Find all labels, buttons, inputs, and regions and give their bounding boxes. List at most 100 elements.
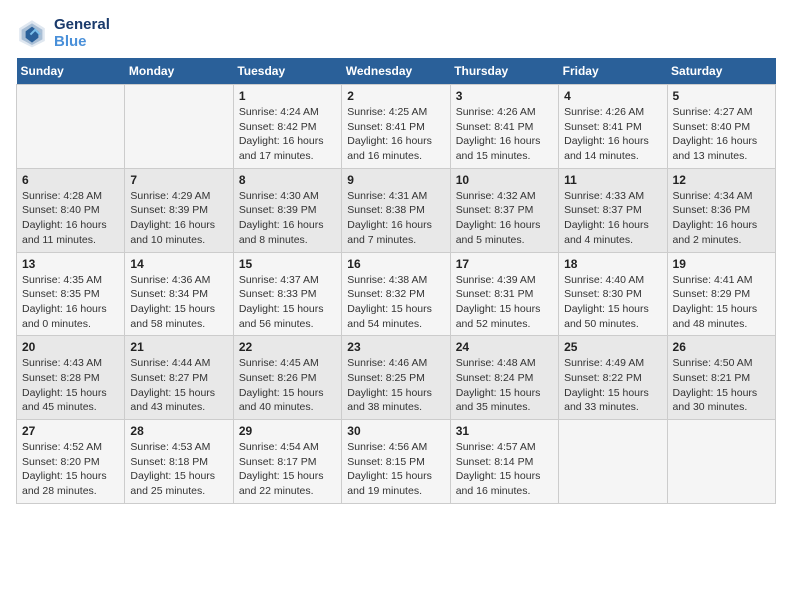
weekday-header-wednesday: Wednesday xyxy=(342,58,450,85)
day-info: Sunrise: 4:40 AM Sunset: 8:30 PM Dayligh… xyxy=(564,273,661,332)
day-number: 19 xyxy=(673,257,770,271)
day-info: Sunrise: 4:31 AM Sunset: 8:38 PM Dayligh… xyxy=(347,189,444,248)
day-info: Sunrise: 4:54 AM Sunset: 8:17 PM Dayligh… xyxy=(239,440,336,499)
day-number: 4 xyxy=(564,89,661,103)
calendar-cell: 23Sunrise: 4:46 AM Sunset: 8:25 PM Dayli… xyxy=(342,336,450,420)
day-info: Sunrise: 4:44 AM Sunset: 8:27 PM Dayligh… xyxy=(130,356,227,415)
day-info: Sunrise: 4:38 AM Sunset: 8:32 PM Dayligh… xyxy=(347,273,444,332)
calendar-cell: 5Sunrise: 4:27 AM Sunset: 8:40 PM Daylig… xyxy=(667,85,775,169)
calendar-cell: 28 Sunrise: 4:53 AM Sunset: 8:18 PM Dayli… xyxy=(125,420,233,504)
day-number: 28 xyxy=(130,424,227,438)
day-info: Sunrise: 4:53 AM Sunset: 8:18 PM Dayligh… xyxy=(130,440,227,499)
day-number: 15 xyxy=(239,257,336,271)
calendar-week-5: 27 Sunrise: 4:52 AM Sunset: 8:20 PM Dayli… xyxy=(17,420,776,504)
day-number: 20 xyxy=(22,340,119,354)
day-number: 25 xyxy=(564,340,661,354)
calendar-cell: 10 Sunrise: 4:32 AM Sunset: 8:37 PM Dayli… xyxy=(450,168,558,252)
day-info: Sunrise: 4:45 AM Sunset: 8:26 PM Dayligh… xyxy=(239,356,336,415)
day-info: Sunrise: 4:25 AM Sunset: 8:41 PM Dayligh… xyxy=(347,105,444,164)
day-number: 18 xyxy=(564,257,661,271)
day-info: Sunrise: 4:43 AM Sunset: 8:28 PM Dayligh… xyxy=(22,356,119,415)
day-info: Sunrise: 4:32 AM Sunset: 8:37 PM Dayligh… xyxy=(456,189,553,248)
calendar-cell: 13 Sunrise: 4:35 AM Sunset: 8:35 PM Dayli… xyxy=(17,252,125,336)
day-info: Sunrise: 4:24 AM Sunset: 8:42 PM Dayligh… xyxy=(239,105,336,164)
day-info: Sunrise: 4:33 AM Sunset: 8:37 PM Dayligh… xyxy=(564,189,661,248)
calendar-cell: 25 Sunrise: 4:49 AM Sunset: 8:22 PM Dayli… xyxy=(559,336,667,420)
day-number: 10 xyxy=(456,173,553,187)
calendar-week-1: 1 Sunrise: 4:24 AM Sunset: 8:42 PM Daylig… xyxy=(17,85,776,169)
calendar-cell: 27 Sunrise: 4:52 AM Sunset: 8:20 PM Dayli… xyxy=(17,420,125,504)
day-info: Sunrise: 4:57 AM Sunset: 8:14 PM Dayligh… xyxy=(456,440,553,499)
day-number: 21 xyxy=(130,340,227,354)
calendar-cell: 4 Sunrise: 4:26 AM Sunset: 8:41 PM Daylig… xyxy=(559,85,667,169)
day-number: 23 xyxy=(347,340,444,354)
day-info: Sunrise: 4:49 AM Sunset: 8:22 PM Dayligh… xyxy=(564,356,661,415)
day-info: Sunrise: 4:30 AM Sunset: 8:39 PM Dayligh… xyxy=(239,189,336,248)
logo-icon xyxy=(16,17,48,49)
calendar-cell: 8 Sunrise: 4:30 AM Sunset: 8:39 PM Daylig… xyxy=(233,168,341,252)
day-number: 8 xyxy=(239,173,336,187)
day-number: 2 xyxy=(347,89,444,103)
day-info: Sunrise: 4:52 AM Sunset: 8:20 PM Dayligh… xyxy=(22,440,119,499)
day-number: 24 xyxy=(456,340,553,354)
calendar-cell: 12Sunrise: 4:34 AM Sunset: 8:36 PM Dayli… xyxy=(667,168,775,252)
calendar-table: SundayMondayTuesdayWednesdayThursdayFrid… xyxy=(16,58,776,504)
day-info: Sunrise: 4:48 AM Sunset: 8:24 PM Dayligh… xyxy=(456,356,553,415)
day-info: Sunrise: 4:26 AM Sunset: 8:41 PM Dayligh… xyxy=(456,105,553,164)
calendar-week-3: 13 Sunrise: 4:35 AM Sunset: 8:35 PM Dayli… xyxy=(17,252,776,336)
calendar-cell: 1 Sunrise: 4:24 AM Sunset: 8:42 PM Daylig… xyxy=(233,85,341,169)
day-number: 26 xyxy=(673,340,770,354)
page-header: General Blue xyxy=(16,16,776,50)
calendar-cell: 19 Sunrise: 4:41 AM Sunset: 8:29 PM Dayli… xyxy=(667,252,775,336)
day-number: 14 xyxy=(130,257,227,271)
calendar-cell: 15 Sunrise: 4:37 AM Sunset: 8:33 PM Dayli… xyxy=(233,252,341,336)
calendar-cell: 29 Sunrise: 4:54 AM Sunset: 8:17 PM Dayli… xyxy=(233,420,341,504)
calendar-cell: 6Sunrise: 4:28 AM Sunset: 8:40 PM Daylig… xyxy=(17,168,125,252)
weekday-header-row: SundayMondayTuesdayWednesdayThursdayFrid… xyxy=(17,58,776,85)
weekday-header-thursday: Thursday xyxy=(450,58,558,85)
day-number: 12 xyxy=(673,173,770,187)
day-number: 27 xyxy=(22,424,119,438)
day-info: Sunrise: 4:36 AM Sunset: 8:34 PM Dayligh… xyxy=(130,273,227,332)
day-number: 3 xyxy=(456,89,553,103)
logo-text: General Blue xyxy=(54,16,110,50)
calendar-week-4: 20 Sunrise: 4:43 AM Sunset: 8:28 PM Dayli… xyxy=(17,336,776,420)
day-number: 17 xyxy=(456,257,553,271)
calendar-cell xyxy=(559,420,667,504)
day-info: Sunrise: 4:50 AM Sunset: 8:21 PM Dayligh… xyxy=(673,356,770,415)
calendar-cell: 20 Sunrise: 4:43 AM Sunset: 8:28 PM Dayli… xyxy=(17,336,125,420)
weekday-header-saturday: Saturday xyxy=(667,58,775,85)
calendar-cell: 3 Sunrise: 4:26 AM Sunset: 8:41 PM Daylig… xyxy=(450,85,558,169)
day-number: 13 xyxy=(22,257,119,271)
calendar-cell: 21 Sunrise: 4:44 AM Sunset: 8:27 PM Dayli… xyxy=(125,336,233,420)
calendar-cell: 17 Sunrise: 4:39 AM Sunset: 8:31 PM Dayli… xyxy=(450,252,558,336)
day-info: Sunrise: 4:29 AM Sunset: 8:39 PM Dayligh… xyxy=(130,189,227,248)
calendar-cell: 30Sunrise: 4:56 AM Sunset: 8:15 PM Dayli… xyxy=(342,420,450,504)
day-info: Sunrise: 4:37 AM Sunset: 8:33 PM Dayligh… xyxy=(239,273,336,332)
day-info: Sunrise: 4:56 AM Sunset: 8:15 PM Dayligh… xyxy=(347,440,444,499)
weekday-header-friday: Friday xyxy=(559,58,667,85)
calendar-cell: 22Sunrise: 4:45 AM Sunset: 8:26 PM Dayli… xyxy=(233,336,341,420)
calendar-cell: 26 Sunrise: 4:50 AM Sunset: 8:21 PM Dayli… xyxy=(667,336,775,420)
day-number: 7 xyxy=(130,173,227,187)
day-info: Sunrise: 4:35 AM Sunset: 8:35 PM Dayligh… xyxy=(22,273,119,332)
day-number: 29 xyxy=(239,424,336,438)
weekday-header-tuesday: Tuesday xyxy=(233,58,341,85)
calendar-week-2: 6Sunrise: 4:28 AM Sunset: 8:40 PM Daylig… xyxy=(17,168,776,252)
weekday-header-monday: Monday xyxy=(125,58,233,85)
day-number: 5 xyxy=(673,89,770,103)
calendar-cell: 31Sunrise: 4:57 AM Sunset: 8:14 PM Dayli… xyxy=(450,420,558,504)
calendar-cell: 16 Sunrise: 4:38 AM Sunset: 8:32 PM Dayli… xyxy=(342,252,450,336)
day-number: 1 xyxy=(239,89,336,103)
calendar-cell xyxy=(17,85,125,169)
calendar-cell xyxy=(125,85,233,169)
calendar-cell xyxy=(667,420,775,504)
calendar-cell: 14 Sunrise: 4:36 AM Sunset: 8:34 PM Dayli… xyxy=(125,252,233,336)
day-info: Sunrise: 4:41 AM Sunset: 8:29 PM Dayligh… xyxy=(673,273,770,332)
day-info: Sunrise: 4:39 AM Sunset: 8:31 PM Dayligh… xyxy=(456,273,553,332)
day-number: 16 xyxy=(347,257,444,271)
logo: General Blue xyxy=(16,16,110,50)
day-info: Sunrise: 4:26 AM Sunset: 8:41 PM Dayligh… xyxy=(564,105,661,164)
calendar-cell: 9Sunrise: 4:31 AM Sunset: 8:38 PM Daylig… xyxy=(342,168,450,252)
day-info: Sunrise: 4:28 AM Sunset: 8:40 PM Dayligh… xyxy=(22,189,119,248)
